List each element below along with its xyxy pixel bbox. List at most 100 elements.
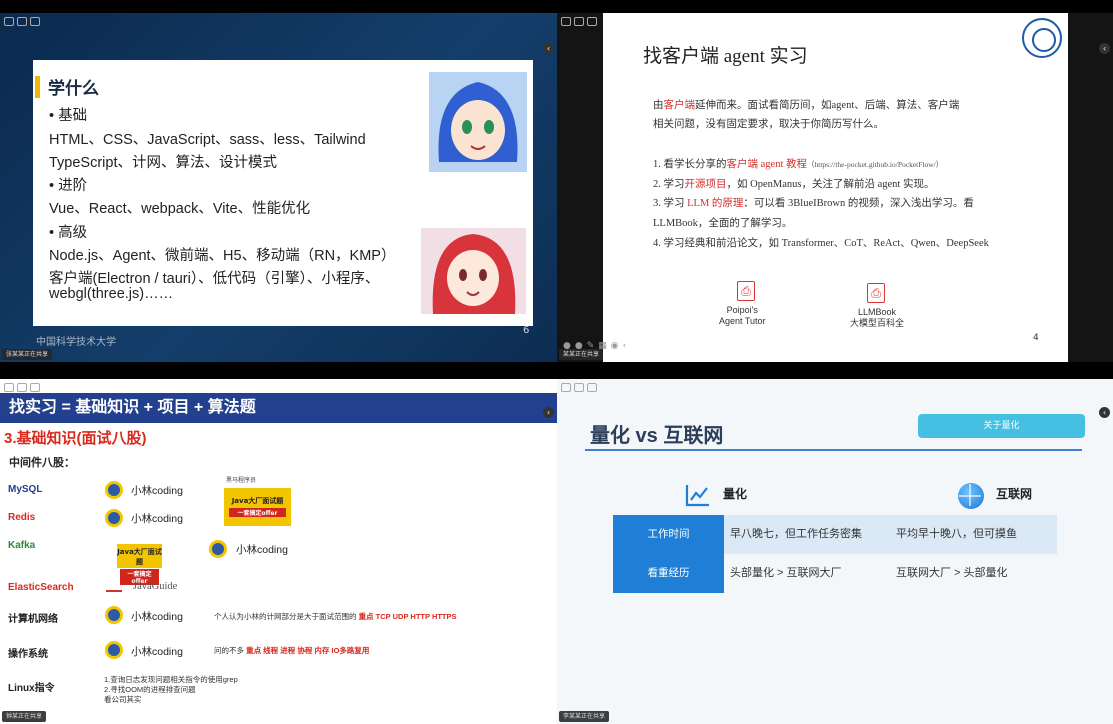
slide-list-item: 2. 学习开源项目，如 OpenManus，关注了解前沿 agent 实现。 <box>653 179 935 190</box>
section-label: 中间件八股： <box>9 456 75 469</box>
tile-toolbar[interactable] <box>4 383 40 392</box>
anime-avatar-red <box>421 228 526 314</box>
slide: 找客户端 agent 实习 由客户端延伸而来。面试看简历间，如agent、后端、… <box>603 13 1068 362</box>
tile-toolbar[interactable] <box>561 383 597 392</box>
file-label[interactable]: LLMBook 大模型百科全 <box>850 307 904 329</box>
comparison-row: 早八晚七，但工作任务密集 平均早十晚八，但可摸鱼 <box>724 515 1057 554</box>
java-interview-card-icon: Java大厂面试题 一套搞定offer <box>117 544 162 585</box>
share-status: 钟某正在共享 <box>2 711 47 722</box>
row-label: 工作时间 <box>613 515 724 554</box>
javaguide-logo-icon <box>106 578 122 592</box>
pin-icon[interactable] <box>17 17 27 26</box>
university-seal-icon <box>1022 18 1062 58</box>
slide-subtitle: 3.基础知识(面试八股) <box>4 430 147 447</box>
topic-label: ElasticSearch <box>8 582 74 593</box>
topic-tag[interactable]: 关于量化 <box>918 414 1085 438</box>
collapse-icon[interactable]: ‹ <box>543 407 554 418</box>
slide-line: Vue、React、webpack、Vite、性能优化 <box>49 201 311 217</box>
title-divider <box>585 449 1082 451</box>
source-label: JavaGuide <box>133 581 178 592</box>
collapse-icon[interactable]: ‹ <box>1099 407 1110 418</box>
source-label: 小林coding <box>236 544 288 556</box>
link-icon[interactable] <box>587 383 597 392</box>
slide-paragraph: 由客户端延伸而来。面试看简历间，如agent、后端、算法、客户端 <box>653 100 960 111</box>
slide-line: TypeScript、计网、算法、设计模式 <box>49 155 277 171</box>
grid-icon[interactable] <box>4 383 14 392</box>
xiaolin-logo-icon <box>105 641 123 659</box>
tile-toolbar[interactable] <box>4 17 40 26</box>
tile-toolbar[interactable] <box>561 17 597 26</box>
slide-list-item: 3. 学习 LLM 的原理：可以看 3BlueIBrown 的视频，深入浅出学习… <box>653 198 974 209</box>
pdf-file-icon[interactable]: ⎙ <box>867 283 885 303</box>
brand-label: 黑马程序员 <box>226 478 257 484</box>
note-text: 看公司其实 <box>104 695 142 704</box>
column-header: 量化 <box>723 487 748 501</box>
slide-paragraph: 相关问题，没有固定要求，取决于你简历写什么。 <box>653 119 884 130</box>
slide-page-number: 6 <box>523 325 530 336</box>
video-tile-bottom-right[interactable]: 量化 vs 互联网 关于量化 量化 互联网 工作时间 早八晚七，但工作任务密集 … <box>557 379 1113 724</box>
slide-title: 量化 vs 互联网 <box>590 425 724 447</box>
pointer-icon[interactable]: ◉ <box>611 341 619 351</box>
source-label: 小林coding <box>131 611 183 623</box>
cell-value: 互联网大厂 > 头部量化 <box>896 567 1008 579</box>
file-label[interactable]: Poipoi's Agent Tutor <box>719 305 766 327</box>
anime-avatar-blue <box>429 72 527 172</box>
grid-icon[interactable] <box>4 17 14 26</box>
column-header: 互联网 <box>996 487 1033 501</box>
pin-icon[interactable] <box>574 17 584 26</box>
topic-label: MySQL <box>8 484 43 495</box>
link-icon[interactable] <box>30 383 40 392</box>
pdf-file-icon[interactable]: ⎙ <box>737 281 755 301</box>
xiaolin-logo-icon <box>105 509 123 527</box>
topic-label: 计算机网络 <box>8 614 58 625</box>
pin-icon[interactable] <box>574 383 584 392</box>
slide-banner: 找实习 = 基础知识 + 项目 + 算法题 <box>0 393 557 423</box>
row-label: 看重经历 <box>613 554 724 593</box>
link-icon[interactable] <box>30 17 40 26</box>
share-status: 张某某正在共享 <box>2 349 53 360</box>
java-interview-card-icon: Java大厂面试题 一套搞定offer <box>224 488 291 526</box>
slide-list-item: LLMBook，全面的了解学习。 <box>653 218 793 229</box>
note-text: 个人认为小林的计网部分是大于面试范围的 重点 TCP UDP HTTP HTTP… <box>214 612 457 621</box>
topic-label: 操作系统 <box>8 649 48 660</box>
collapse-icon[interactable]: ‹ <box>543 43 554 54</box>
source-label: 小林coding <box>131 646 183 658</box>
pin-icon[interactable] <box>17 383 27 392</box>
cell-value: 平均早十晚八，但可摸鱼 <box>896 528 1017 540</box>
link-icon[interactable] <box>587 17 597 26</box>
grid-icon[interactable] <box>561 383 571 392</box>
globe-icon <box>958 483 984 509</box>
slide-line: • 高级 <box>49 225 88 241</box>
xiaolin-logo-icon <box>209 540 227 558</box>
slide-page-number: 4 <box>1033 333 1039 343</box>
comparison-row: 头部量化 > 互联网大厂 互联网大厂 > 头部量化 <box>724 554 1057 593</box>
source-label: 小林coding <box>131 513 183 525</box>
heading-accent <box>35 76 40 98</box>
source-label: 小林coding <box>131 485 183 497</box>
video-tile-bottom-left[interactable]: 找实习 = 基础知识 + 项目 + 算法题 3.基础知识(面试八股) 中间件八股… <box>0 379 557 724</box>
share-status: 某某正在共享 <box>559 349 604 360</box>
slide-footer: 中国科学技术大学 <box>36 337 116 348</box>
slide-line: • 进阶 <box>49 178 88 194</box>
slide-title: 找客户端 agent 实习 <box>643 46 808 67</box>
video-tile-top-left[interactable]: 学什么 • 基础 HTML、CSS、JavaScript、sass、less、T… <box>0 13 557 362</box>
slide-line: HTML、CSS、JavaScript、sass、less、Tailwind <box>49 132 366 148</box>
slide-line: Node.js、Agent、微前端、H5、移动端（RN，KMP） <box>49 248 396 264</box>
slide-line: • 基础 <box>49 108 88 124</box>
xiaolin-logo-icon <box>105 481 123 499</box>
note-text: 问的不多 重点 线程 进程 协程 内存 IO多路复用 <box>214 646 370 655</box>
collapse-icon[interactable]: ‹ <box>1099 43 1110 54</box>
video-tile-top-right[interactable]: 找客户端 agent 实习 由客户端延伸而来。面试看简历间，如agent、后端、… <box>557 13 1113 362</box>
slide-line: 客户端(Electron / tauri）、低代码（引擎）、小程序、 <box>49 271 380 287</box>
slide-heading: 学什么 <box>48 79 99 99</box>
cell-value: 早八晚七，但工作任务密集 <box>730 528 862 540</box>
topic-label: Linux指令 <box>8 683 55 694</box>
slide-line: webgl(three.js)…… <box>49 286 174 302</box>
line-chart-icon <box>685 485 709 507</box>
xiaolin-logo-icon <box>105 606 123 624</box>
cell-value: 头部量化 > 互联网大厂 <box>730 567 842 579</box>
more-icon[interactable]: ‹ <box>623 341 627 351</box>
topic-label: Redis <box>8 512 36 523</box>
slide-list-item: 1. 看学长分享的客户端 agent 教程（https://the-pocket… <box>653 159 944 170</box>
grid-icon[interactable] <box>561 17 571 26</box>
